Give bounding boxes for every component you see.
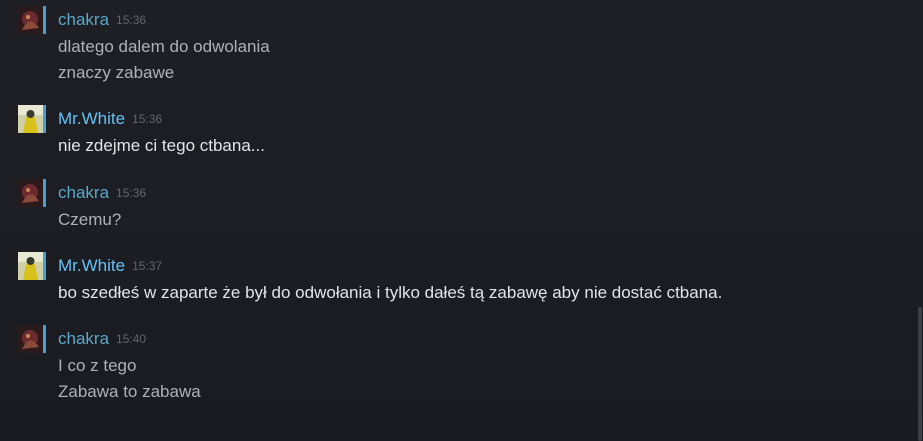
message-text: dlatego dalem do odwolania <box>58 37 270 56</box>
chakra-avatar-icon <box>18 325 43 353</box>
avatar[interactable] <box>18 252 46 280</box>
chakra-avatar-icon <box>18 179 43 207</box>
author-name[interactable]: chakra <box>58 183 109 203</box>
avatar[interactable] <box>18 6 46 34</box>
avatar[interactable] <box>18 325 46 353</box>
scrollbar-thumb[interactable] <box>918 307 922 441</box>
message-text: Zabawa to zabawa <box>58 382 201 401</box>
timestamp: 15:40 <box>116 332 147 346</box>
avatar[interactable] <box>18 105 46 133</box>
message-text: Czemu? <box>58 210 122 229</box>
message-text: I co z tego <box>58 356 137 375</box>
scrollbar[interactable] <box>917 0 923 441</box>
author-name[interactable]: Mr.White <box>58 109 125 129</box>
author-name[interactable]: chakra <box>58 10 109 30</box>
mr-white-avatar-icon <box>18 252 43 280</box>
mr-white-avatar-icon <box>18 105 43 133</box>
message-text: bo szedłeś w zaparte że był do odwołania… <box>58 283 723 302</box>
timestamp: 15:36 <box>116 186 147 200</box>
author-name[interactable]: chakra <box>58 329 109 349</box>
timestamp: 15:37 <box>132 259 163 273</box>
message-text: znaczy zabawe <box>58 63 175 82</box>
author-name[interactable]: Mr.White <box>58 256 125 276</box>
chat-log: chakra 15:36 dlatego dalem do odwolania … <box>0 0 923 441</box>
timestamp: 15:36 <box>132 112 163 126</box>
chakra-avatar-icon <box>18 6 43 34</box>
message-text: nie zdejme ci tego ctbana... <box>58 136 265 155</box>
avatar[interactable] <box>18 179 46 207</box>
timestamp: 15:36 <box>116 13 147 27</box>
